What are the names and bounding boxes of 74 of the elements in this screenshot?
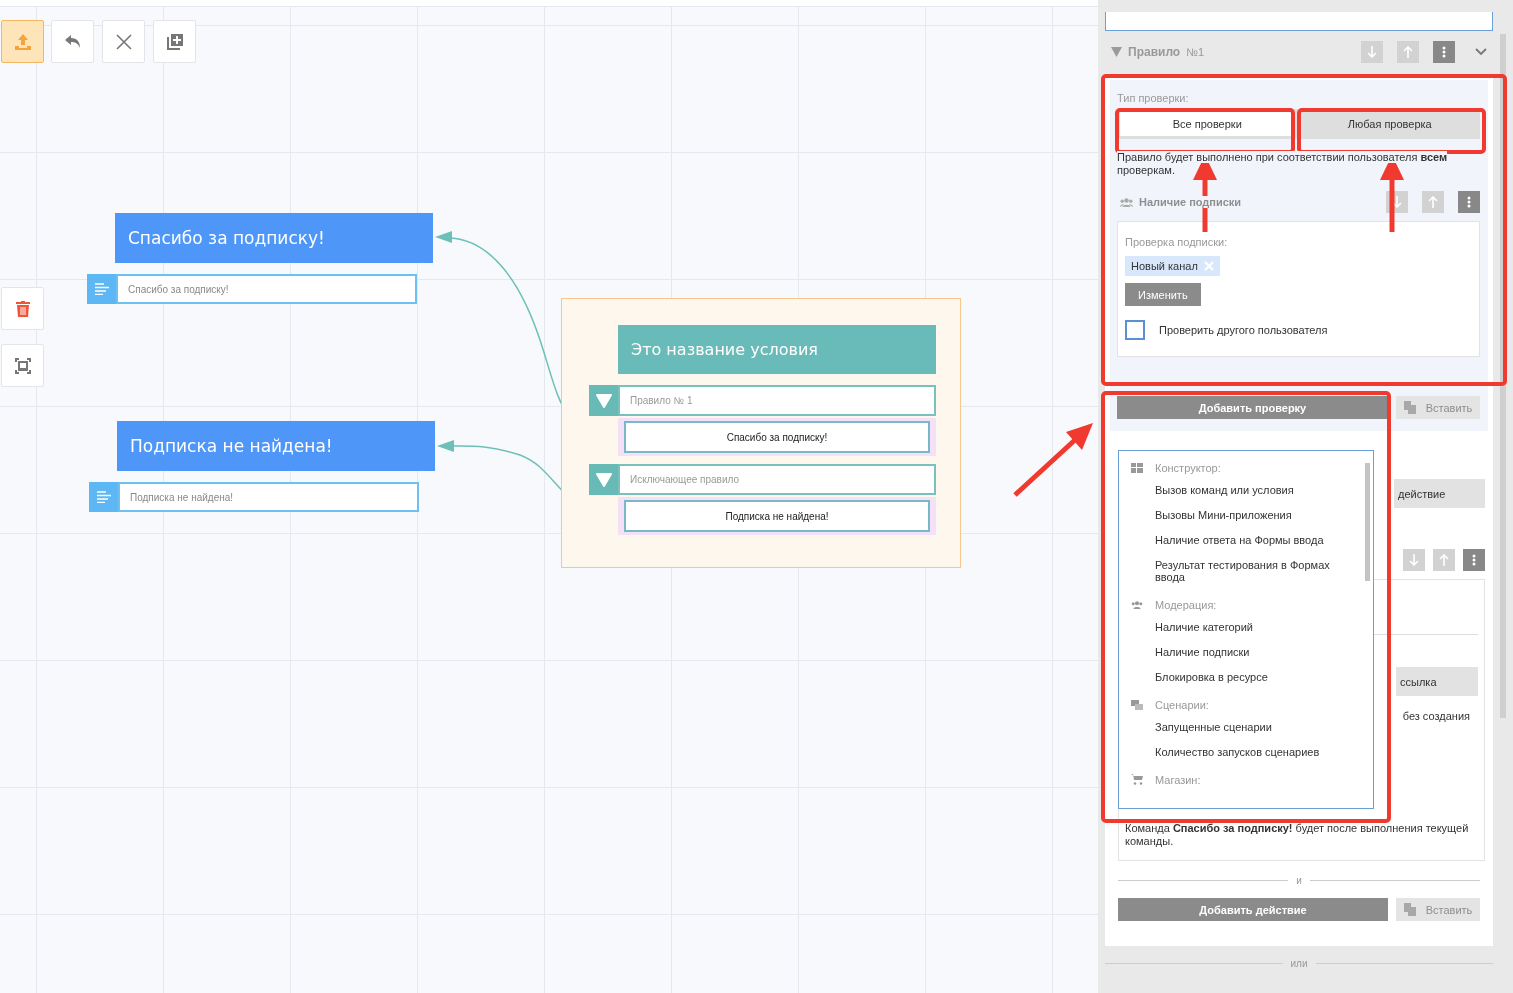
- users-icon: [1131, 600, 1143, 609]
- move-up-button[interactable]: [1422, 191, 1444, 213]
- move-up-button[interactable]: [1397, 41, 1419, 63]
- rule-title: Правило: [1128, 45, 1181, 59]
- arrow-down-icon: [1392, 196, 1402, 208]
- move-up-button[interactable]: [1433, 549, 1455, 571]
- more-button[interactable]: [1458, 191, 1480, 213]
- rule-target[interactable]: Спасибо за подписку!: [624, 421, 930, 453]
- copy-icon: [1403, 903, 1416, 916]
- close-icon: [115, 33, 132, 50]
- delete-button[interactable]: [1, 287, 44, 330]
- text-lines-icon: [89, 482, 118, 512]
- chevron-down-icon[interactable]: [1475, 48, 1487, 56]
- text-lines-icon: [87, 274, 116, 304]
- arrow-up-icon: [1403, 46, 1413, 58]
- message-text: Спасибо за подписку!: [116, 274, 417, 304]
- dropdown-option[interactable]: Результат тестирования в Формах ввода: [1119, 559, 1345, 583]
- action-type-button[interactable]: действие: [1394, 479, 1485, 508]
- copy-icon: [1403, 401, 1416, 414]
- more-button[interactable]: [1433, 41, 1455, 63]
- scrollbar[interactable]: [1500, 34, 1506, 718]
- trash-icon: [15, 300, 30, 317]
- arrow-up-icon: [1428, 196, 1438, 208]
- check-title: Наличие подписки: [1139, 196, 1242, 208]
- add-button[interactable]: [153, 20, 196, 63]
- triangle-down-icon: [1111, 47, 1122, 57]
- cart-icon: [1131, 774, 1143, 785]
- undo-button[interactable]: [51, 20, 94, 63]
- group-heading: Конструктор:: [1155, 461, 1221, 474]
- rule-target[interactable]: Подписка не найдена!: [624, 500, 930, 532]
- triangle-down-icon: [589, 385, 618, 416]
- more-icon: [1472, 554, 1476, 566]
- dropdown-option[interactable]: Вызов команд или условия: [1119, 484, 1345, 496]
- fit-button[interactable]: [1, 344, 44, 387]
- grid-icon: [1131, 462, 1143, 473]
- arrow-down-icon: [1367, 46, 1377, 58]
- undo-icon: [63, 33, 82, 50]
- close-button[interactable]: [102, 20, 145, 63]
- rule-number: №1: [1186, 46, 1205, 58]
- checkbox[interactable]: [1125, 320, 1145, 340]
- group-heading: Модерация:: [1155, 598, 1217, 611]
- triangle-down-icon: [589, 464, 618, 495]
- upload-button[interactable]: [1, 20, 44, 63]
- action-hint: без создания: [1402, 710, 1470, 722]
- dropdown-option[interactable]: Наличие ответа на Формы ввода: [1119, 534, 1345, 546]
- dropdown-option[interactable]: Запущенные сценарии: [1119, 721, 1345, 733]
- group-heading: Сценарии:: [1155, 698, 1209, 711]
- dropdown-option[interactable]: Блокировка в ресурсе: [1119, 671, 1345, 683]
- check-type-label: Тип проверки:: [1117, 92, 1190, 104]
- arrow-up-icon: [1439, 554, 1449, 566]
- more-icon: [1467, 196, 1471, 208]
- action-note: Команда Спасибо за подписку! будет после выполнения текущей команды.: [1125, 822, 1470, 848]
- group-heading: Магазин:: [1155, 773, 1201, 786]
- more-icon: [1442, 46, 1446, 58]
- checkbox-label: Проверить другого пользователя: [1159, 324, 1328, 336]
- upload-icon: [13, 32, 32, 51]
- dropdown-option[interactable]: Наличие категорий: [1119, 621, 1345, 633]
- more-button[interactable]: [1463, 549, 1485, 571]
- users-icon: [1120, 197, 1133, 207]
- input-field[interactable]: [1105, 12, 1493, 31]
- field-label: Проверка подписки:: [1125, 236, 1228, 248]
- dropdown-option[interactable]: Вызовы Мини-приложения: [1119, 509, 1345, 521]
- action-type-button[interactable]: ссылка: [1396, 667, 1478, 696]
- tag-label: Новый канал: [1131, 260, 1198, 272]
- dropdown-option[interactable]: Наличие подписки: [1119, 646, 1345, 658]
- arrow-down-icon: [1409, 554, 1419, 566]
- message-text: Подписка не найдена!: [118, 482, 419, 512]
- divider-label: и: [1296, 875, 1302, 886]
- fit-screen-icon: [14, 357, 31, 374]
- add-copy-icon: [165, 32, 184, 51]
- scrollbar[interactable]: [1365, 463, 1370, 581]
- scenario-icon: [1131, 699, 1143, 710]
- divider-label: или: [1290, 958, 1308, 969]
- dropdown-option[interactable]: Количество запусков сценариев: [1119, 746, 1345, 758]
